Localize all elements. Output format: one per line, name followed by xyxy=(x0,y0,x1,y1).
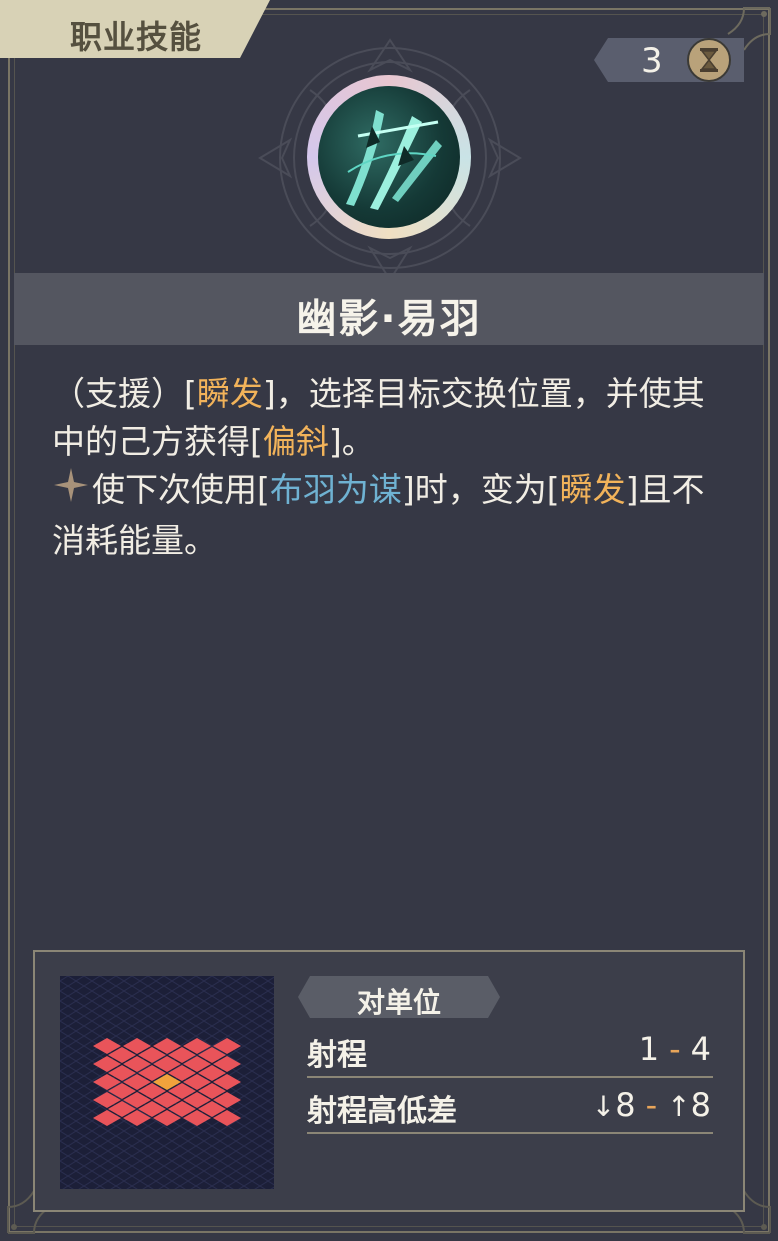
height-diff-label: 射程高低差 xyxy=(307,1094,457,1129)
range-value: 1-4 xyxy=(639,1030,711,1068)
description-line-2: 使下次使用[布羽为谋]时，变为[瞬发]且不消耗能量。 xyxy=(52,466,732,565)
height-down: 8 xyxy=(615,1086,636,1124)
skill-description: （支援）[瞬发]，选择目标交换位置，并使其中的己方获得[偏斜]。 使下次使用[布… xyxy=(52,370,732,565)
keyword-feather-strategy: 布羽为谋 xyxy=(269,470,402,509)
desc-text: （支援）[ xyxy=(52,374,197,413)
description-line-1: （支援）[瞬发]，选择目标交换位置，并使其中的己方获得[偏斜]。 xyxy=(52,370,732,466)
desc-text: ]时，变为[ xyxy=(401,470,560,509)
target-type-tag: 对单位 xyxy=(298,976,500,1018)
height-diff-row: 射程高低差 ↓8- ↑8 xyxy=(307,1080,713,1134)
arrow-down-icon: ↓ xyxy=(591,1090,616,1123)
skill-title-band: 幽影·易羽 xyxy=(14,273,764,345)
keyword-deflect: 偏斜 xyxy=(262,422,329,461)
cost-value: 3 xyxy=(641,41,663,81)
range-separator: - xyxy=(669,1030,681,1068)
range-max: 4 xyxy=(690,1030,711,1068)
height-diff-value: ↓8- ↑8 xyxy=(592,1086,711,1124)
target-type-label: 对单位 xyxy=(356,986,441,1019)
desc-text: 使下次使用[ xyxy=(92,470,270,509)
range-grid xyxy=(60,976,274,1189)
keyword-instant: 瞬发 xyxy=(559,470,626,509)
range-min: 1 xyxy=(638,1030,660,1068)
desc-text: ]。 xyxy=(328,422,375,461)
skill-card: 职业技能 3 幽影·易羽 （支援）[瞬发]，选择目标交换位置，并使其中的己方获得… xyxy=(0,0,778,1241)
range-grid-panel xyxy=(60,976,274,1189)
hourglass-icon xyxy=(687,38,731,82)
skill-name: 幽影·易羽 xyxy=(296,296,482,342)
height-separator: - xyxy=(645,1086,658,1124)
range-row: 射程 1-4 xyxy=(307,1024,713,1078)
keyword-instant: 瞬发 xyxy=(196,374,263,413)
feather-blades-icon xyxy=(318,86,460,228)
range-label: 射程 xyxy=(307,1038,367,1073)
category-label: 职业技能 xyxy=(70,18,203,56)
height-up: 8 xyxy=(690,1086,711,1124)
sparkle-icon xyxy=(52,466,92,517)
arrow-up-icon: ↑ xyxy=(667,1090,691,1123)
category-tab: 职业技能 xyxy=(0,0,270,58)
